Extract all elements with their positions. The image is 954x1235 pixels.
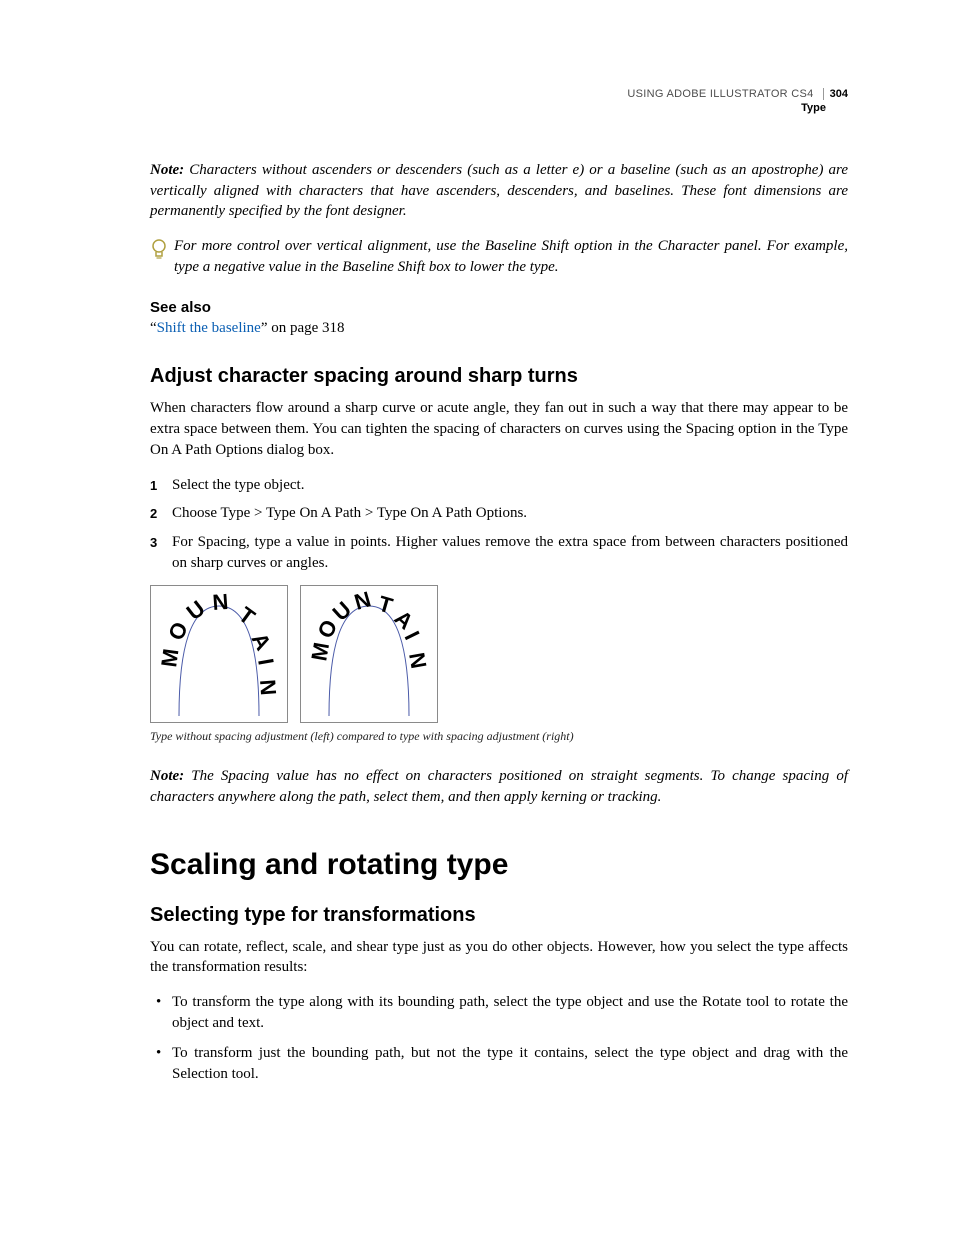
lightbulb-icon: [150, 238, 168, 267]
fig-letter: U: [328, 597, 357, 626]
fig-letter: O: [163, 618, 193, 644]
bullet-item: To transform the type along with its bou…: [150, 992, 848, 1033]
tip-text: For more control over vertical alignment…: [174, 236, 848, 277]
quote-close: ” on page 318: [261, 320, 345, 336]
note-text: Characters without ascenders or descende…: [150, 162, 848, 219]
fig-letter: U: [182, 596, 210, 625]
bullet-list: To transform the type along with its bou…: [150, 992, 848, 1085]
fig-letter: T: [234, 602, 260, 630]
figure-left: M O U N T A I N: [150, 585, 288, 723]
quote-open: “: [150, 320, 157, 336]
note-label: Note:: [150, 162, 184, 178]
fig-letter: M: [156, 647, 183, 669]
fig-letter: A: [390, 605, 419, 634]
note-paragraph: Note: The Spacing value has no effect on…: [150, 766, 848, 807]
step-item: Choose Type > Type On A Path > Type On A…: [150, 503, 848, 524]
fig-letter: A: [247, 629, 277, 655]
fig-letter: N: [255, 679, 281, 697]
steps-list: Select the type object. Choose Type > Ty…: [150, 475, 848, 574]
note-paragraph: Note: Characters without ascenders or de…: [150, 160, 848, 222]
section-heading-transform: Selecting type for transformations: [150, 904, 848, 927]
note-label: Note:: [150, 768, 184, 784]
see-also-link[interactable]: Shift the baseline: [157, 320, 261, 336]
figure-right: M O U N T A I N: [300, 585, 438, 723]
section-intro: When characters flow around a sharp curv…: [150, 398, 848, 460]
figure-caption: Type without spacing adjustment (left) c…: [150, 729, 848, 744]
header-book: USING ADOBE ILLUSTRATOR CS4: [627, 88, 813, 100]
figure-row: M O U N T A I N M O U N T A I N: [150, 585, 848, 723]
header-pagenum: 304: [823, 88, 848, 100]
page-content: USING ADOBE ILLUSTRATOR CS4 304 Type Not…: [0, 0, 954, 1155]
see-also-heading: See also: [150, 299, 848, 316]
header-section: Type: [150, 102, 848, 114]
fig-letter: N: [212, 589, 230, 615]
note-text: The Spacing value has no effect on chara…: [150, 768, 848, 805]
step-item: For Spacing, type a value in points. Hig…: [150, 532, 848, 573]
fig-letter: T: [376, 591, 396, 619]
fig-letter: I: [253, 657, 279, 667]
see-also-entry: “Shift the baseline” on page 318: [150, 320, 848, 337]
fig-letter: M: [306, 641, 334, 663]
bullet-item: To transform just the bounding path, but…: [150, 1043, 848, 1084]
section-heading-spacing: Adjust character spacing around sharp tu…: [150, 365, 848, 388]
section-intro: You can rotate, reflect, scale, and shea…: [150, 937, 848, 978]
fig-letter: N: [404, 651, 431, 671]
step-item: Select the type object.: [150, 475, 848, 496]
tip-block: For more control over vertical alignment…: [150, 236, 848, 277]
running-header: USING ADOBE ILLUSTRATOR CS4 304 Type: [150, 88, 848, 114]
major-heading: Scaling and rotating type: [150, 848, 848, 882]
